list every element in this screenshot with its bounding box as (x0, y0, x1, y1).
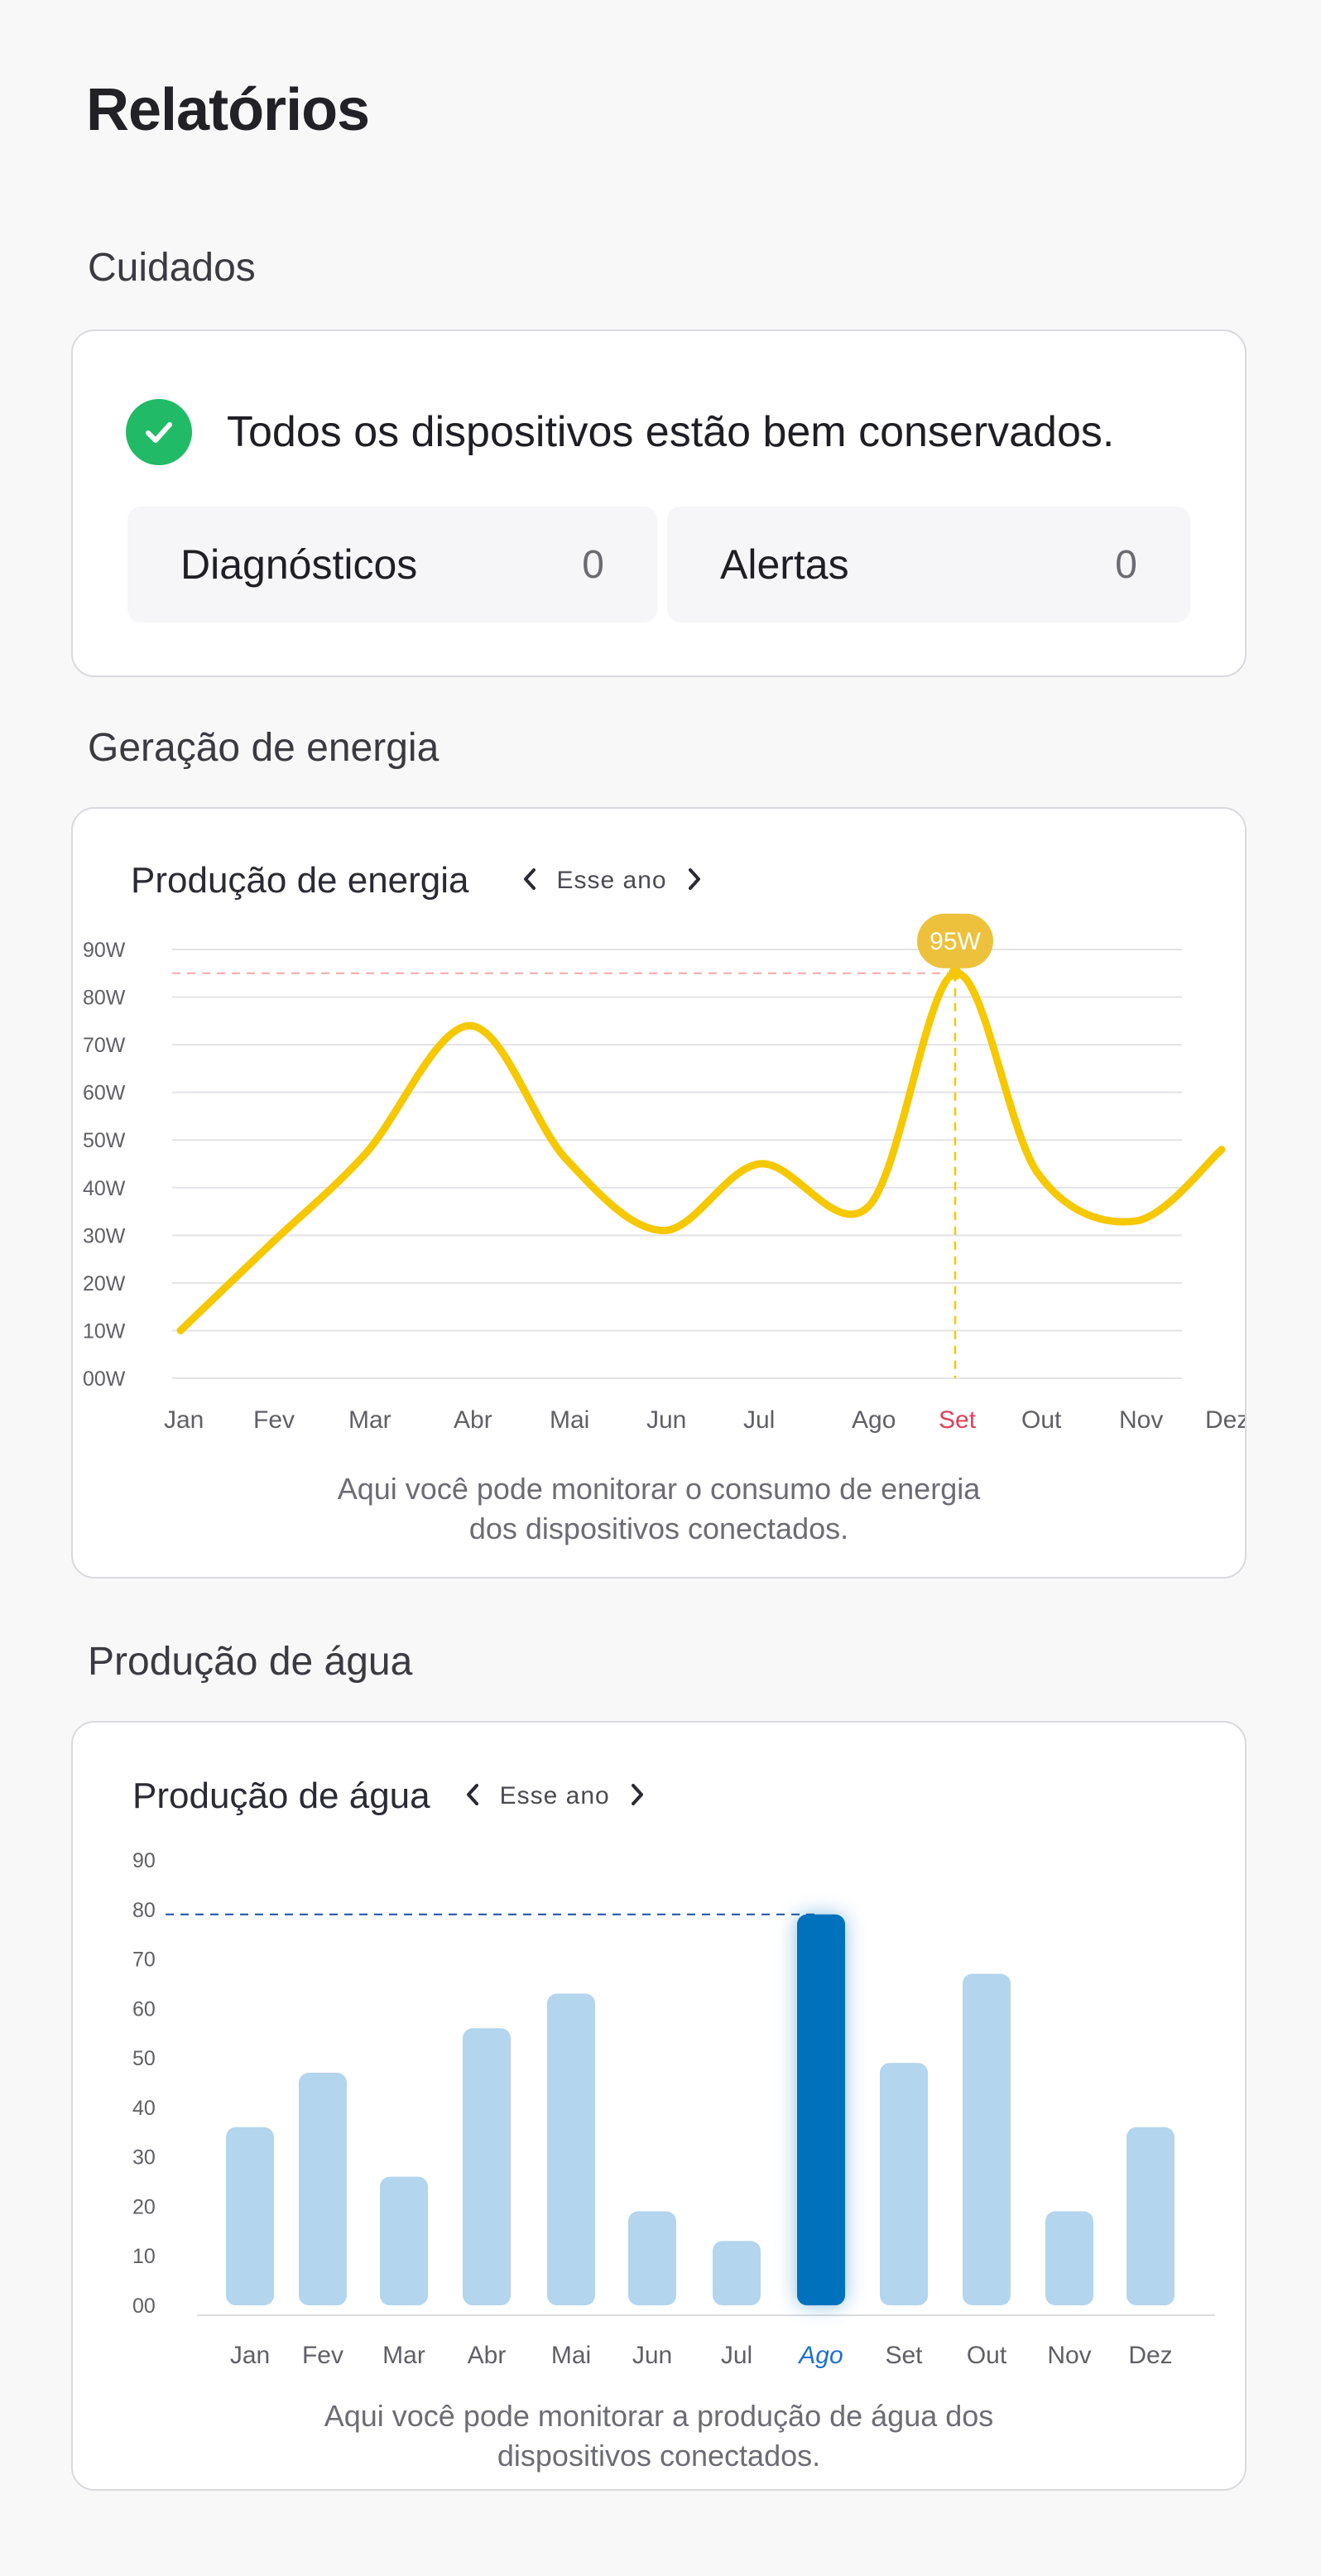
water-bar (463, 2028, 511, 2305)
energy-x-tick: Fev (253, 1406, 295, 1434)
water-y-tick: 50 (132, 2047, 156, 2070)
energy-y-tick: 50W (83, 1129, 126, 1152)
energy-y-tick: 00W (83, 1367, 126, 1391)
water-x-tick: Dez (1128, 2342, 1172, 2369)
energy-x-tick: Mar (348, 1406, 391, 1434)
water-y-tick: 10 (132, 2245, 156, 2268)
water-bar (380, 2176, 428, 2305)
section-title-energy: Geração de energia (88, 726, 440, 770)
water-y-tick: 30 (132, 2146, 156, 2170)
energy-y-tick: 10W (83, 1319, 126, 1343)
water-x-tick: Mai (551, 2342, 591, 2369)
energy-data-point (1219, 1146, 1224, 1152)
water-bar (547, 1993, 595, 2305)
diagnostics-count: 0 (582, 542, 604, 587)
water-x-tick: Set (885, 2342, 923, 2369)
care-card: Todos os dispositivos estão bem conserva… (71, 329, 1247, 677)
diagnostics-stat[interactable]: Diagnósticos 0 (127, 507, 657, 622)
alerts-label: Alertas (720, 541, 849, 588)
energy-data-point (468, 1023, 473, 1029)
energy-data-point (660, 1228, 665, 1233)
water-bar-chart: 00 10 20 30 40 50 60 70 80 90 Jan Fev Mar Abr Mai Jun Ju… (132, 1849, 1215, 2369)
water-y-tick: 00 (132, 2295, 156, 2318)
energy-y-tick: 70W (83, 1034, 126, 1057)
water-x-tick: Abr (468, 2342, 507, 2369)
water-bar (880, 2063, 928, 2305)
energy-data-point (564, 1156, 569, 1162)
water-bar (797, 1914, 845, 2305)
energy-data-point (1035, 1170, 1040, 1176)
water-x-tick: Nov (1047, 2342, 1091, 2369)
water-x-tick: Mar (382, 2342, 425, 2369)
check-circle-icon (126, 399, 192, 465)
energy-caption-line2: dos dispositivos conectados. (468, 1511, 849, 1545)
energy-x-tick: Jan (164, 1406, 204, 1434)
water-bar (713, 2241, 761, 2305)
section-title-care: Cuidados (88, 246, 256, 290)
water-x-tick: Fev (302, 2342, 343, 2369)
water-caption-line1: Aqui você pode monitorar a produção de á… (324, 2399, 994, 2433)
water-y-tick: 70 (132, 1949, 156, 1972)
energy-data-point (757, 1161, 762, 1166)
water-y-tick: 90 (132, 1849, 156, 1872)
water-x-tick: Jan (230, 2342, 270, 2369)
energy-y-tick: 20W (83, 1272, 126, 1295)
energy-x-tick: Ago (852, 1406, 896, 1434)
energy-data-point (363, 1151, 367, 1157)
energy-data-point (1133, 1218, 1138, 1224)
status-row: Todos os dispositivos estão bem conserva… (126, 399, 1114, 465)
energy-x-tick: Set (939, 1406, 977, 1434)
energy-y-tick: 30W (83, 1224, 126, 1247)
energy-card: Produção de energia Esse ano 00W 10W 20W 30… (71, 807, 1247, 1579)
energy-highlight-point (949, 966, 962, 980)
water-x-tick: Jun (632, 2342, 672, 2369)
energy-y-tick: 40W (83, 1177, 126, 1200)
water-x-tick: Ago (797, 2342, 843, 2369)
energy-line-chart: 00W 10W 20W 30W 40W 50W 60W 70W 80W 90W 95W Jan Fev M… (83, 913, 1245, 1434)
water-y-tick: 40 (132, 2097, 156, 2120)
energy-x-tick: Out (1021, 1406, 1062, 1434)
water-y-tick: 60 (132, 1997, 156, 2021)
energy-y-tick: 90W (83, 939, 126, 962)
energy-x-tick: Dez (1205, 1406, 1245, 1434)
energy-tooltip-label: 95W (930, 928, 981, 955)
energy-x-tick: Mai (550, 1406, 589, 1434)
page-title: Relatórios (86, 77, 370, 143)
diagnostics-label: Diagnósticos (180, 541, 418, 588)
water-bar (963, 1973, 1011, 2305)
water-bar (1126, 2127, 1174, 2305)
water-x-tick: Out (967, 2342, 1007, 2369)
energy-x-tick: Jun (646, 1406, 686, 1434)
energy-x-tick: Nov (1119, 1406, 1163, 1434)
water-y-tick: 80 (132, 1899, 156, 1922)
energy-x-tick: Abr (454, 1406, 492, 1434)
alerts-stat[interactable]: Alertas 0 (667, 507, 1190, 622)
energy-data-point (866, 1204, 871, 1209)
water-bar (226, 2127, 274, 2305)
water-x-tick: Jul (721, 2342, 752, 2369)
alerts-count: 0 (1115, 542, 1137, 587)
energy-data-point (267, 1242, 272, 1247)
energy-series-line (176, 969, 1226, 1334)
status-text: Todos os dispositivos estão bem conserva… (227, 408, 1115, 456)
energy-x-tick: Jul (743, 1406, 775, 1434)
energy-caption-line1: Aqui você pode monitorar o consumo de en… (337, 1472, 981, 1506)
energy-data-point (178, 1328, 183, 1334)
water-bar (628, 2211, 676, 2305)
section-title-water: Produção de água (88, 1640, 413, 1684)
water-bar (299, 2073, 347, 2305)
water-caption-line2: dispositivos conectados. (497, 2439, 821, 2473)
water-y-tick: 20 (132, 2195, 156, 2218)
energy-y-tick: 80W (83, 987, 126, 1010)
energy-y-tick: 60W (83, 1082, 126, 1105)
water-card: Produção de água Esse ano 00 10 20 30 40 50 60… (71, 1721, 1247, 2491)
water-bar (1045, 2211, 1093, 2305)
